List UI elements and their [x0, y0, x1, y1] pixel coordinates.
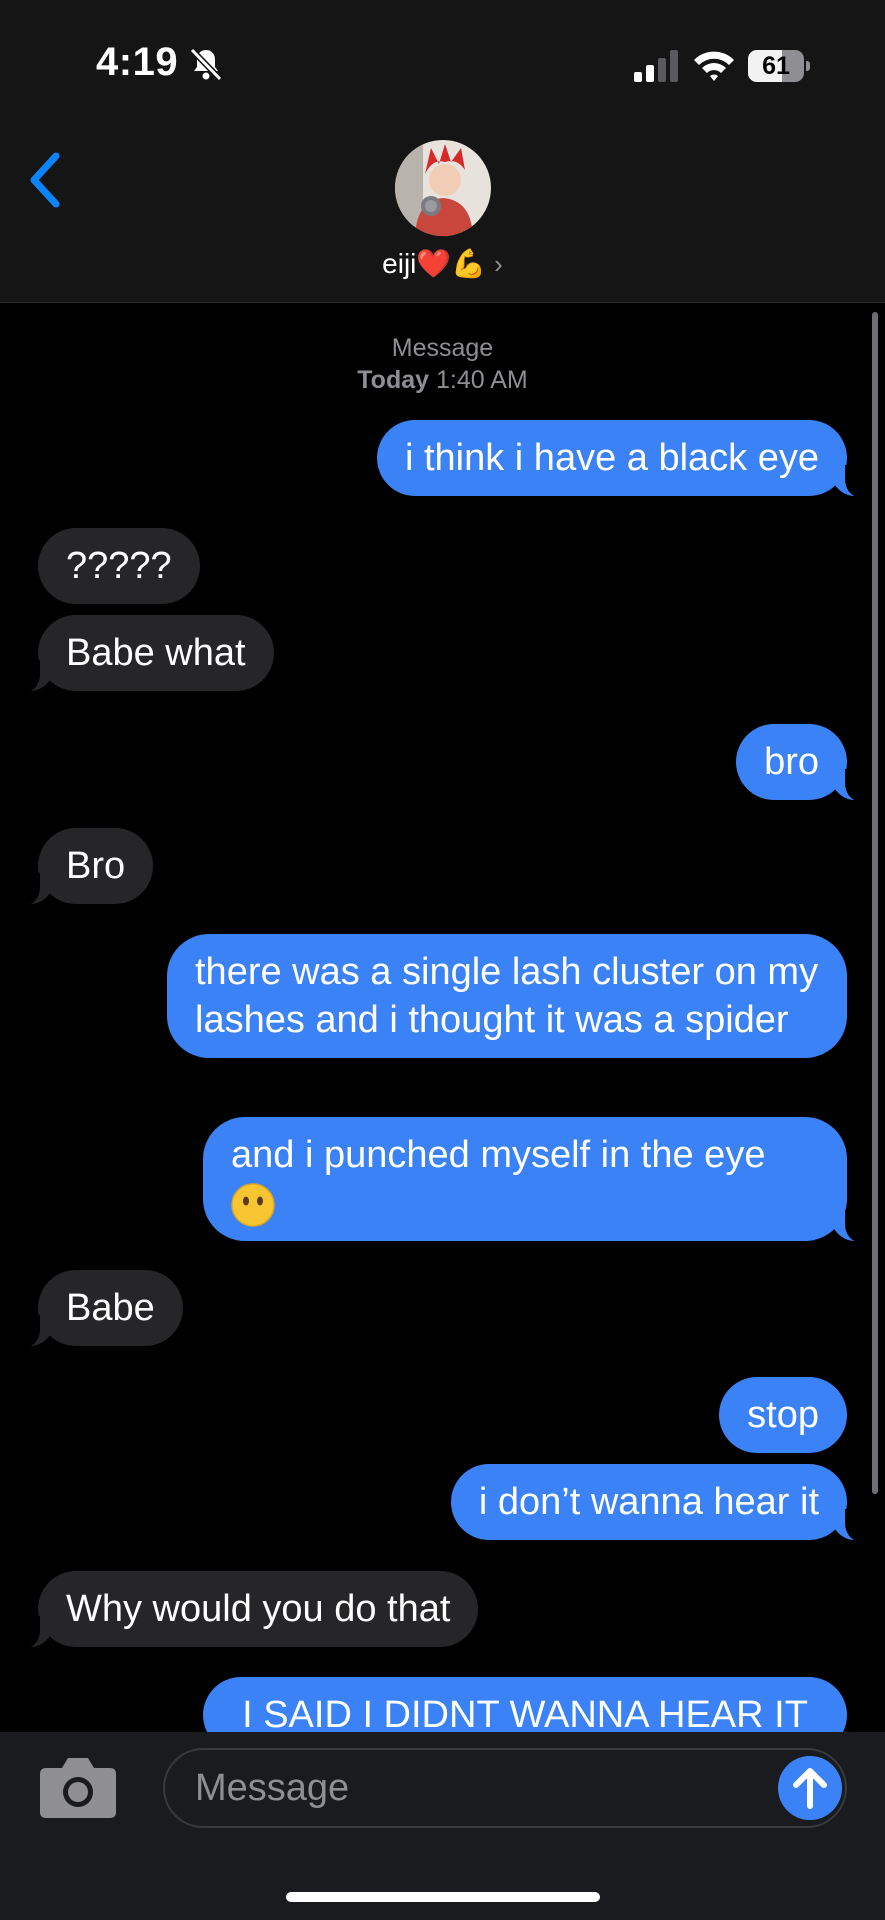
message-sent[interactable]: and i punched myself in the eye: [203, 1117, 869, 1242]
no-mouth-face-emoji: [231, 1183, 275, 1227]
timestamp-time: 1:40 AM: [435, 366, 528, 394]
message-received[interactable]: Babe: [16, 1270, 183, 1347]
message-received[interactable]: ?????: [38, 528, 200, 604]
message-sent[interactable]: i think i have a black eye: [376, 420, 870, 497]
wifi-icon: [694, 51, 734, 81]
scrollbar[interactable]: [872, 312, 878, 1494]
message-sent[interactable]: there was a single lash cluster on my la…: [167, 934, 847, 1058]
contact-avatar[interactable]: [395, 140, 491, 236]
battery-icon: 61: [748, 50, 810, 82]
back-chevron-icon[interactable]: [26, 150, 66, 210]
message-sent[interactable]: stop: [719, 1377, 847, 1453]
message-field[interactable]: [163, 1748, 847, 1828]
signal-icon: [634, 50, 678, 82]
status-time: 4:19: [96, 40, 179, 84]
message-received[interactable]: Bro: [15, 828, 154, 905]
service-label: Message: [391, 334, 494, 362]
message-sent[interactable]: bro: [736, 724, 869, 801]
contact-name-button[interactable]: eiji❤️💪 ›: [0, 244, 885, 284]
message-received[interactable]: Why would you do that: [15, 1571, 479, 1648]
home-indicator[interactable]: [286, 1892, 600, 1902]
send-arrow-icon[interactable]: [778, 1756, 842, 1820]
message-input[interactable]: [195, 1764, 755, 1812]
bell-slash-icon: [189, 47, 223, 82]
camera-icon[interactable]: [38, 1754, 118, 1820]
conversation-timestamp: Message Today 1:40 AM: [0, 332, 885, 396]
conversation-header: 4:19 61 eiji❤️💪 ›: [0, 0, 885, 303]
timestamp-day: Today: [357, 366, 430, 394]
compose-bar: [0, 1732, 885, 1920]
message-sent[interactable]: i don’t wanna hear it: [450, 1464, 870, 1541]
contact-name: eiji❤️💪: [382, 248, 487, 279]
chevron-right-icon: ›: [494, 249, 503, 279]
message-received[interactable]: Babe what: [16, 615, 274, 692]
battery-percent: 61: [762, 52, 790, 80]
